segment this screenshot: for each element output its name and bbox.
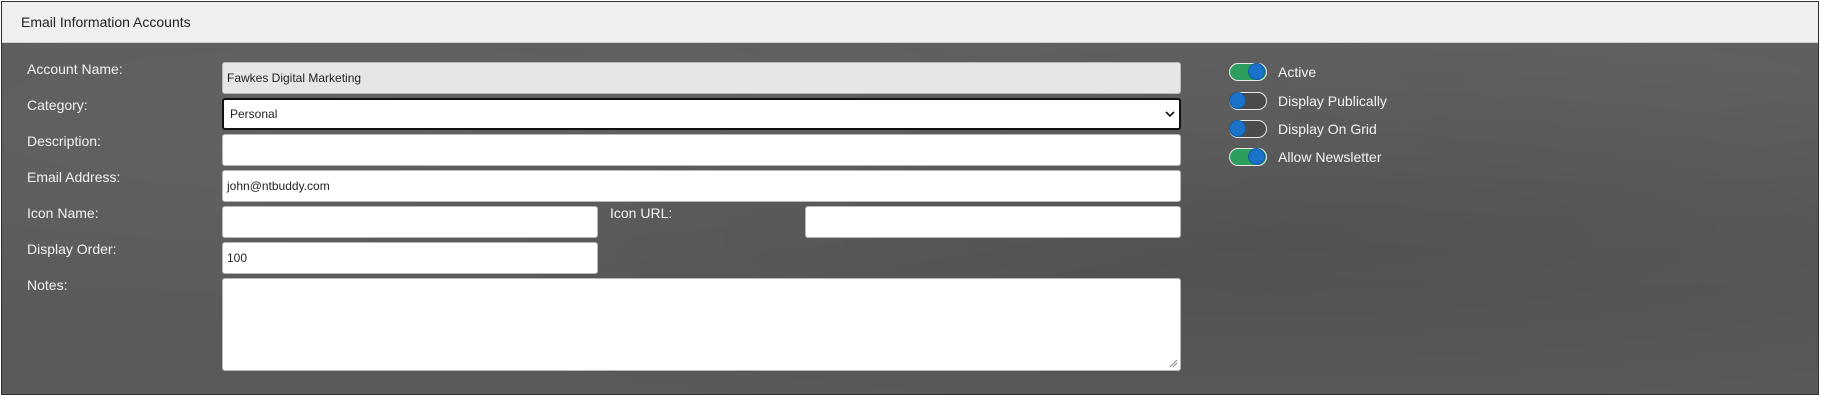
email-address-label: Email Address: [27,169,121,185]
notes-textarea[interactable] [222,278,1181,371]
description-label: Description: [27,133,101,149]
display-order-label: Display Order: [27,241,117,257]
panel-header: Email Information Accounts [2,2,1818,43]
active-toggle[interactable] [1229,63,1267,81]
chevron-down-icon [1165,111,1175,118]
icon-name-field[interactable] [222,206,598,238]
display-publically-toggle[interactable] [1229,92,1267,110]
icon-url-field[interactable] [805,206,1181,238]
active-toggle-label: Active [1278,64,1317,80]
icon-name-label: Icon Name: [27,205,99,221]
description-field[interactable] [222,134,1181,166]
notes-label: Notes: [27,277,68,293]
category-label: Category: [27,97,88,113]
category-selected-value: Personal [230,107,278,121]
toggle-knob [1248,63,1265,80]
icon-url-label: Icon URL: [610,205,673,221]
display-on-grid-toggle-label: Display On Grid [1278,121,1377,137]
email-address-field[interactable]: john@ntbuddy.com [222,170,1181,202]
category-select[interactable]: Personal [222,98,1181,130]
email-accounts-panel: Email Information Accounts Account Name:… [1,1,1819,395]
toggle-knob [1248,148,1265,165]
display-publically-toggle-label: Display Publically [1278,93,1387,109]
display-on-grid-toggle[interactable] [1229,120,1267,138]
display-order-field[interactable]: 100 [222,242,598,274]
panel-title: Email Information Accounts [21,14,191,30]
resize-grip-icon[interactable] [1168,358,1178,368]
account-name-field[interactable]: Fawkes Digital Marketing [222,62,1181,94]
toggle-knob [1229,92,1246,109]
allow-newsletter-toggle[interactable] [1229,148,1267,166]
account-name-label: Account Name: [27,61,123,77]
allow-newsletter-toggle-label: Allow Newsletter [1278,149,1382,165]
toggle-knob [1229,120,1246,137]
